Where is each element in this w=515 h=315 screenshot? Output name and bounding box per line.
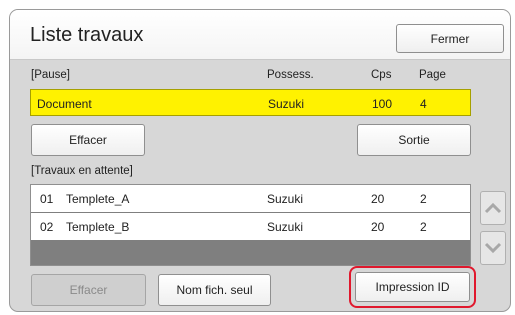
delete-paused-button[interactable]: Effacer [31, 124, 145, 156]
job-number: 02 [40, 220, 54, 234]
chevron-down-icon [484, 242, 502, 254]
window-title: Liste travaux [30, 24, 144, 46]
exit-button[interactable]: Sortie [357, 124, 471, 156]
waiting-section-label: [Travaux en attente] [31, 165, 133, 177]
paused-job-copies: 100 [372, 97, 393, 111]
job-page: 2 [420, 192, 427, 206]
paused-job-name: Document [37, 97, 92, 111]
scroll-up-button[interactable] [480, 191, 506, 225]
column-header-owner: Possess. [267, 69, 314, 81]
waiting-job-list: 01 Templete_A Suzuki 20 2 02 Templete_B … [30, 184, 471, 266]
job-name: Templete_A [66, 192, 130, 206]
job-owner: Suzuki [267, 192, 304, 206]
delete-waiting-button[interactable]: Effacer [31, 274, 146, 306]
paused-job-page: 4 [420, 97, 427, 111]
job-list-window: Liste travaux Fermer [Pause] Possess. Cp… [9, 9, 511, 312]
job-copies: 20 [371, 220, 385, 234]
paused-job-owner: Suzuki [268, 97, 305, 111]
column-header-page: Page [419, 69, 446, 81]
close-button[interactable]: Fermer [396, 24, 504, 53]
job-owner: Suzuki [267, 220, 304, 234]
waiting-job-row[interactable]: 01 Templete_A Suzuki 20 2 [31, 185, 470, 212]
filename-only-button[interactable]: Nom fich. seul [158, 274, 271, 306]
scroll-down-button[interactable] [480, 231, 506, 265]
chevron-up-icon [484, 202, 502, 214]
paused-job-row[interactable]: Document Suzuki 100 4 [30, 89, 471, 116]
print-id-highlight [349, 266, 476, 308]
job-page: 2 [420, 220, 427, 234]
job-copies: 20 [371, 192, 385, 206]
title-bar: Liste travaux Fermer [10, 10, 510, 60]
waiting-job-row[interactable]: 02 Templete_B Suzuki 20 2 [31, 213, 470, 240]
paused-section-label: [Pause] [31, 69, 70, 81]
column-header-copies: Cps [371, 69, 392, 81]
job-number: 01 [40, 192, 54, 206]
job-name: Templete_B [66, 220, 130, 234]
